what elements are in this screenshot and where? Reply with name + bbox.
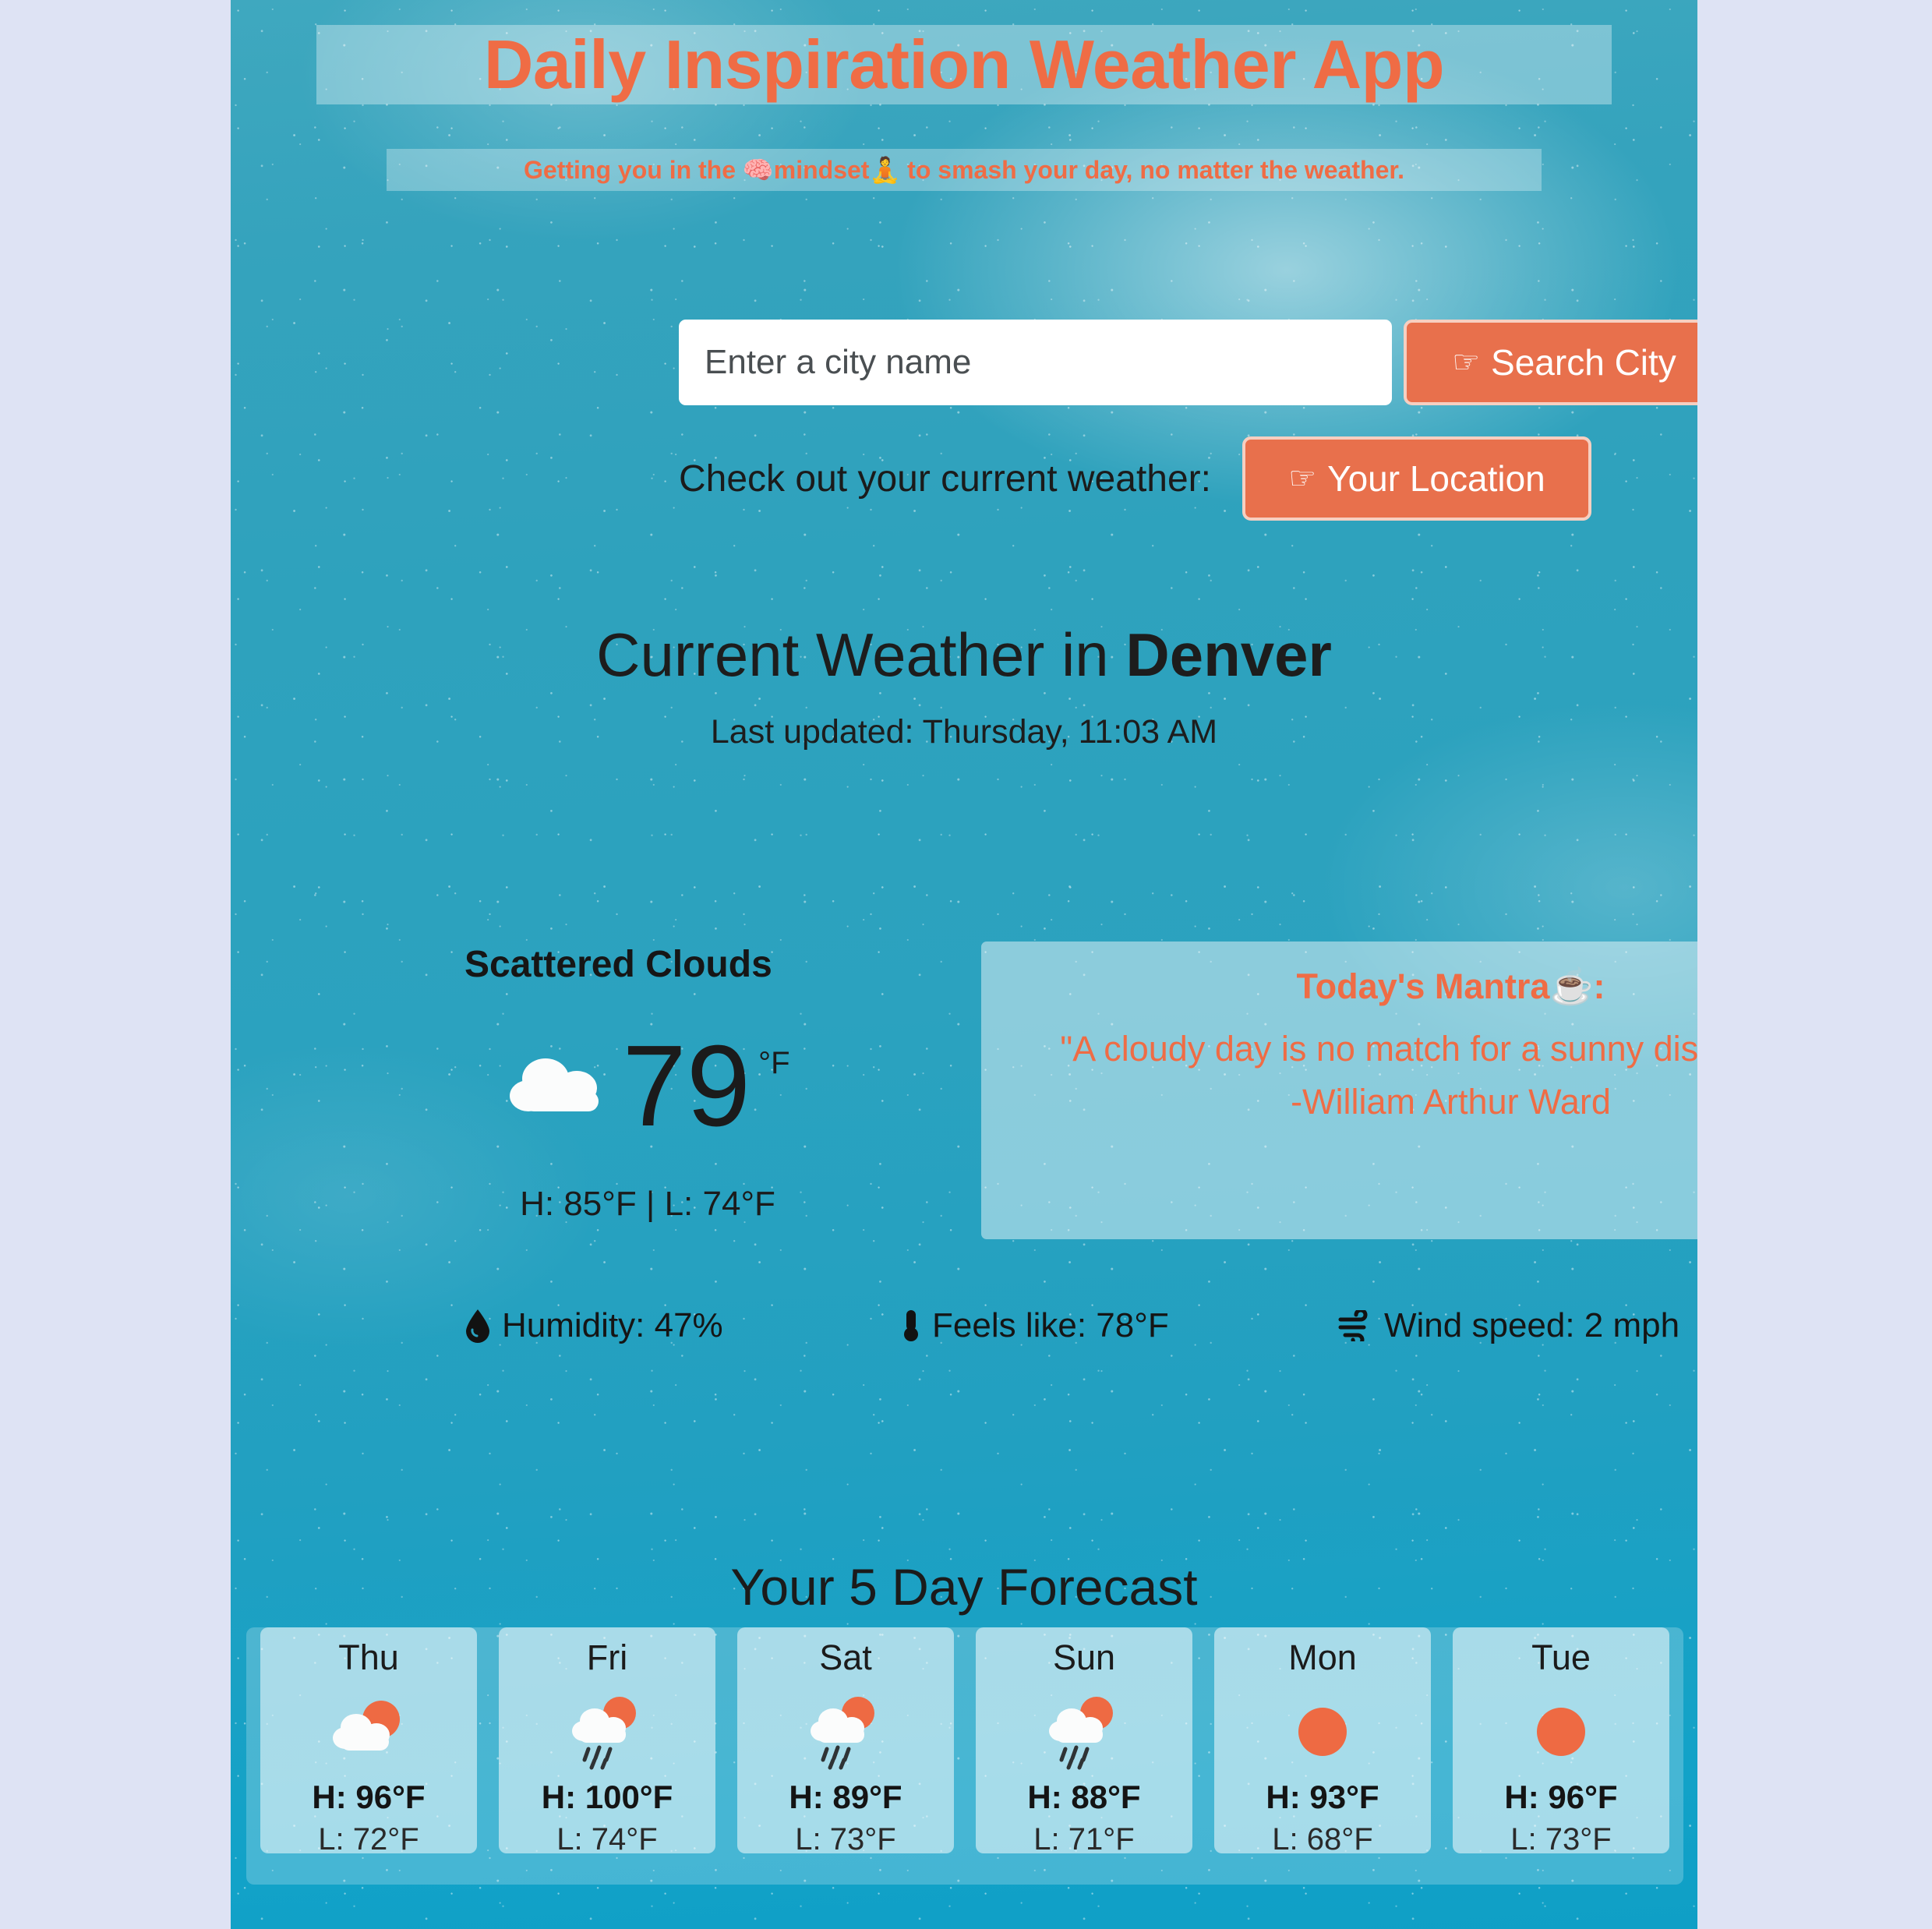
- forecast-cards: Thu H: 96°F L: 72°F Fri H: 100°F L: 74°F Sat H:…: [246, 1627, 1683, 1857]
- metric-humidity-label: Humidity: 47%: [502, 1306, 723, 1344]
- wind-icon: [1338, 1310, 1368, 1341]
- forecast-low: L: 72°F: [318, 1821, 419, 1857]
- sun-behind-rain-cloud-icon: [1037, 1690, 1131, 1774]
- mantra-title: Today's Mantra☕:: [1296, 966, 1605, 1006]
- your-location-button-label: Your Location: [1327, 458, 1545, 499]
- search-city-button[interactable]: ☞ Search City: [1404, 320, 1697, 405]
- mantra-author: -William Arthur Ward: [1291, 1082, 1611, 1122]
- thermometer-icon: [904, 1310, 918, 1341]
- current-high-low: H: 85°F | L: 74°F: [520, 1185, 775, 1223]
- page-title: Daily Inspiration Weather App: [483, 26, 1445, 103]
- your-location-button[interactable]: ☞ Your Location: [1242, 436, 1591, 521]
- mantra-card: Today's Mantra☕: "A cloudy day is no mat…: [981, 942, 1697, 1239]
- current-temperature: 79: [622, 1022, 751, 1150]
- forecast-day-label: Sun: [1052, 1638, 1116, 1677]
- metric-feels-like-label: Feels like: 78°F: [932, 1306, 1169, 1344]
- sun-behind-rain-cloud-icon: [560, 1690, 654, 1774]
- forecast-high: H: 89°F: [789, 1778, 902, 1815]
- metric-wind-speed: Wind speed: 2 mph: [1337, 1306, 1697, 1345]
- forecast-card[interactable]: Sun H: 88°F L: 71°F: [976, 1627, 1192, 1857]
- search-input[interactable]: [679, 320, 1392, 405]
- forecast-card[interactable]: Mon H: 93°F L: 68°F: [1214, 1627, 1431, 1857]
- sun-icon: [1276, 1690, 1369, 1774]
- water-droplet-icon: [466, 1309, 489, 1343]
- forecast-title: Your 5 Day Forecast: [730, 1558, 1198, 1616]
- forecast-day-label: Sat: [819, 1638, 872, 1677]
- metric-feels-like: Feels like: 78°F: [901, 1306, 1337, 1345]
- metric-humidity: Humidity: 47%: [464, 1306, 901, 1345]
- forecast-low: L: 68°F: [1272, 1821, 1373, 1857]
- forecast-card[interactable]: Sat H: 89°F L: 73°F: [737, 1627, 954, 1857]
- pointing-hand-icon: ☞: [1288, 461, 1317, 496]
- forecast-high: H: 93°F: [1266, 1778, 1379, 1815]
- forecast-low: L: 73°F: [1510, 1821, 1612, 1857]
- sun-behind-rain-cloud-icon: [799, 1690, 892, 1774]
- temperature-row: 79 °F: [461, 1029, 835, 1144]
- cloud-icon: [510, 1058, 599, 1111]
- pointing-hand-icon: ☞: [1452, 345, 1481, 380]
- forecast-high: H: 88°F: [1027, 1778, 1141, 1815]
- page-subtitle: Getting you in the 🧠mindset🧘 to smash yo…: [524, 156, 1404, 184]
- weather-app-container: Daily Inspiration Weather App Getting yo…: [231, 0, 1697, 1929]
- search-row: ☞ Search City: [679, 320, 1697, 405]
- current-weather-heading: Current Weather in Denver: [231, 620, 1697, 691]
- app-content: Daily Inspiration Weather App Getting yo…: [231, 0, 1697, 1929]
- current-weather-city: Denver: [1125, 620, 1332, 689]
- location-row: Check out your current weather: ☞ Your L…: [679, 436, 1591, 521]
- forecast-high: H: 96°F: [1504, 1778, 1618, 1815]
- forecast-low: L: 74°F: [556, 1821, 658, 1857]
- forecast-high: H: 96°F: [312, 1778, 426, 1815]
- metric-wind-speed-label: Wind speed: 2 mph: [1384, 1306, 1680, 1344]
- metrics-row: Humidity: 47% Feels like: 78°F Wind spee…: [464, 1306, 1697, 1345]
- condition-label: Scattered Clouds: [464, 944, 772, 985]
- forecast-card[interactable]: Fri H: 100°F L: 74°F: [499, 1627, 715, 1857]
- sun-icon: [1514, 1690, 1608, 1774]
- forecast-day-label: Fri: [586, 1638, 628, 1677]
- forecast-high: H: 100°F: [541, 1778, 673, 1815]
- location-prompt-label: Check out your current weather:: [679, 458, 1211, 500]
- last-updated-text: Last updated: Thursday, 11:03 AM: [710, 713, 1218, 751]
- forecast-low: L: 73°F: [795, 1821, 896, 1857]
- forecast-card[interactable]: Tue H: 96°F L: 73°F: [1453, 1627, 1669, 1857]
- mantra-quote: "A cloudy day is no match for a sunny di…: [1060, 1029, 1697, 1069]
- forecast-day-label: Tue: [1531, 1638, 1591, 1677]
- forecast-day-label: Thu: [338, 1638, 399, 1677]
- search-city-button-label: Search City: [1491, 342, 1676, 383]
- current-weather-heading-prefix: Current Weather in: [596, 620, 1126, 689]
- forecast-day-label: Mon: [1288, 1638, 1357, 1677]
- forecast-card[interactable]: Thu H: 96°F L: 72°F: [260, 1627, 477, 1857]
- forecast-low: L: 71°F: [1033, 1821, 1135, 1857]
- temperature-unit: °F: [758, 1046, 790, 1080]
- sun-behind-cloud-icon: [322, 1690, 415, 1774]
